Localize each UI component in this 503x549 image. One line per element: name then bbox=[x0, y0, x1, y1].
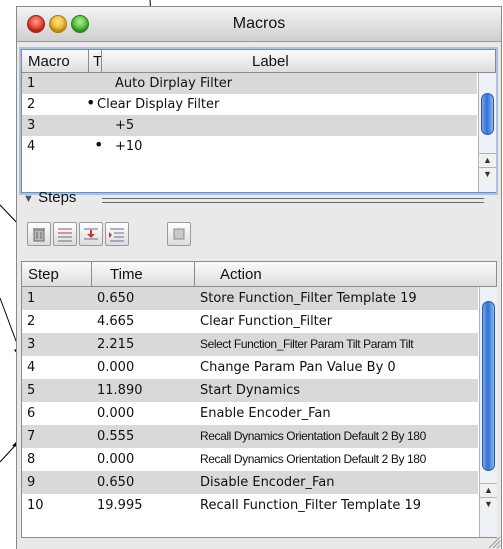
macro-row[interactable]: 1 Auto Dirplay Filter bbox=[22, 73, 477, 94]
step-time: 0.000 bbox=[97, 406, 135, 421]
table-row[interactable]: 6 0.000 Enable Encoder_Fan bbox=[22, 402, 478, 425]
step-number: 10 bbox=[27, 498, 44, 513]
macro-row[interactable]: 4 • +10 bbox=[22, 135, 477, 157]
steps-disclosure[interactable]: ▼ Steps bbox=[23, 189, 76, 206]
steps-scroll-thumb[interactable] bbox=[482, 301, 495, 471]
scroll-down-arrow-icon[interactable]: ▼ bbox=[479, 167, 496, 181]
macro-number: 3 bbox=[27, 118, 36, 133]
steps-scrollbar[interactable]: ▲ ▼ bbox=[479, 287, 497, 537]
step-time: 4.665 bbox=[97, 314, 135, 329]
step-number: 4 bbox=[27, 360, 36, 375]
step-action: Recall Dynamics Orientation Default 2 By… bbox=[200, 429, 426, 443]
record-stop-button[interactable] bbox=[167, 222, 191, 246]
trash-icon bbox=[33, 228, 45, 242]
step-number: 9 bbox=[27, 475, 36, 490]
table-row[interactable]: 2 4.665 Clear Function_Filter bbox=[22, 310, 478, 333]
step-time: 19.995 bbox=[97, 498, 143, 513]
table-row[interactable]: 1 0.650 Store Function_Filter Template 1… bbox=[22, 287, 478, 310]
scroll-down-arrow-icon[interactable]: ▼ bbox=[480, 497, 497, 511]
step-action: Disable Encoder_Fan bbox=[200, 475, 335, 490]
macro-row[interactable]: 3 +5 bbox=[22, 115, 477, 136]
step-number: 7 bbox=[27, 429, 36, 444]
table-row[interactable]: 4 0.000 Change Param Pan Value By 0 bbox=[22, 356, 478, 379]
disclosure-triangle-icon[interactable]: ▼ bbox=[23, 193, 34, 205]
table-row[interactable]: 5 11.890 Start Dynamics bbox=[22, 379, 478, 402]
step-action: Clear Function_Filter bbox=[200, 314, 333, 329]
step-action: Recall Dynamics Orientation Default 2 By… bbox=[200, 452, 426, 466]
delete-step-button[interactable] bbox=[27, 222, 51, 246]
step-number: 1 bbox=[27, 291, 36, 306]
step-number: 6 bbox=[27, 406, 36, 421]
macro-t-flag: • bbox=[94, 135, 104, 154]
step-number: 5 bbox=[27, 383, 36, 398]
step-number: 8 bbox=[27, 452, 36, 467]
macro-label: Clear Display Filter bbox=[97, 97, 220, 112]
column-header-label[interactable]: Label bbox=[252, 53, 289, 70]
steps-table: Step Time Action 1 0.650 Store Function_… bbox=[21, 261, 497, 538]
macro-row[interactable]: 2 • Clear Display Filter bbox=[22, 93, 477, 115]
step-time: 0.000 bbox=[97, 452, 135, 467]
table-row[interactable]: 8 0.000 Recall Dynamics Orientation Defa… bbox=[22, 448, 478, 471]
record-stop-icon bbox=[173, 228, 185, 240]
macro-label: +10 bbox=[115, 139, 143, 154]
insert-step-icon bbox=[58, 228, 72, 242]
macros-window: Macros Macro T Label 1 Auto Dirplay Filt… bbox=[16, 6, 502, 549]
step-action: Enable Encoder_Fan bbox=[200, 406, 331, 421]
step-action: Select Function_Filter Param Tilt Param … bbox=[200, 337, 414, 351]
step-action: Change Param Pan Value By 0 bbox=[200, 360, 396, 375]
macro-label: Auto Dirplay Filter bbox=[115, 76, 233, 91]
column-header-time[interactable]: Time bbox=[110, 266, 143, 283]
steps-title: Steps bbox=[38, 189, 77, 206]
insert-step-button[interactable] bbox=[53, 222, 77, 246]
window-title: Macros bbox=[232, 15, 286, 32]
step-time: 0.555 bbox=[97, 429, 135, 444]
table-row[interactable]: 7 0.555 Recall Dynamics Orientation Defa… bbox=[22, 425, 478, 448]
step-time: 0.650 bbox=[97, 475, 135, 490]
macro-label: +5 bbox=[115, 118, 135, 133]
macros-table-header: Macro T Label bbox=[22, 50, 495, 73]
scroll-up-arrow-icon[interactable]: ▲ bbox=[479, 153, 496, 167]
step-time: 0.650 bbox=[97, 291, 135, 306]
step-time: 0.000 bbox=[97, 360, 135, 375]
step-action: Start Dynamics bbox=[200, 383, 300, 398]
macros-table: Macro T Label 1 Auto Dirplay Filter 2 • … bbox=[21, 49, 496, 193]
column-header-action[interactable]: Action bbox=[220, 266, 262, 283]
steps-divider bbox=[102, 198, 484, 203]
macro-number: 1 bbox=[27, 76, 36, 91]
title-bar[interactable]: Macros bbox=[17, 7, 501, 42]
table-row[interactable]: 9 0.650 Disable Encoder_Fan bbox=[22, 471, 478, 494]
indent-step-icon bbox=[109, 228, 124, 242]
table-row[interactable]: 3 2.215 Select Function_Filter Param Til… bbox=[22, 333, 478, 356]
step-action: Store Function_Filter Template 19 bbox=[200, 291, 417, 306]
macros-scrollbar[interactable]: ▲ ▼ bbox=[478, 73, 496, 192]
scroll-up-arrow-icon[interactable]: ▲ bbox=[480, 483, 497, 497]
steps-table-header: Step Time Action bbox=[22, 262, 496, 287]
column-header-step[interactable]: Step bbox=[28, 266, 59, 283]
macro-number: 4 bbox=[27, 139, 36, 154]
step-time: 11.890 bbox=[97, 383, 143, 398]
step-number: 2 bbox=[27, 314, 36, 329]
macros-scroll-thumb[interactable] bbox=[481, 93, 494, 135]
resize-grip-icon[interactable] bbox=[485, 533, 501, 549]
macro-t-flag: • bbox=[86, 93, 96, 112]
step-time: 2.215 bbox=[97, 337, 135, 352]
move-step-button[interactable] bbox=[79, 222, 103, 246]
table-row[interactable]: 10 19.995 Recall Function_Filter Templat… bbox=[22, 494, 478, 517]
indent-step-button[interactable] bbox=[105, 222, 129, 246]
step-action: Recall Function_Filter Template 19 bbox=[200, 498, 422, 513]
column-header-macro[interactable]: Macro bbox=[28, 53, 70, 70]
move-step-icon bbox=[84, 228, 98, 240]
macro-number: 2 bbox=[27, 97, 36, 112]
step-number: 3 bbox=[27, 337, 36, 352]
